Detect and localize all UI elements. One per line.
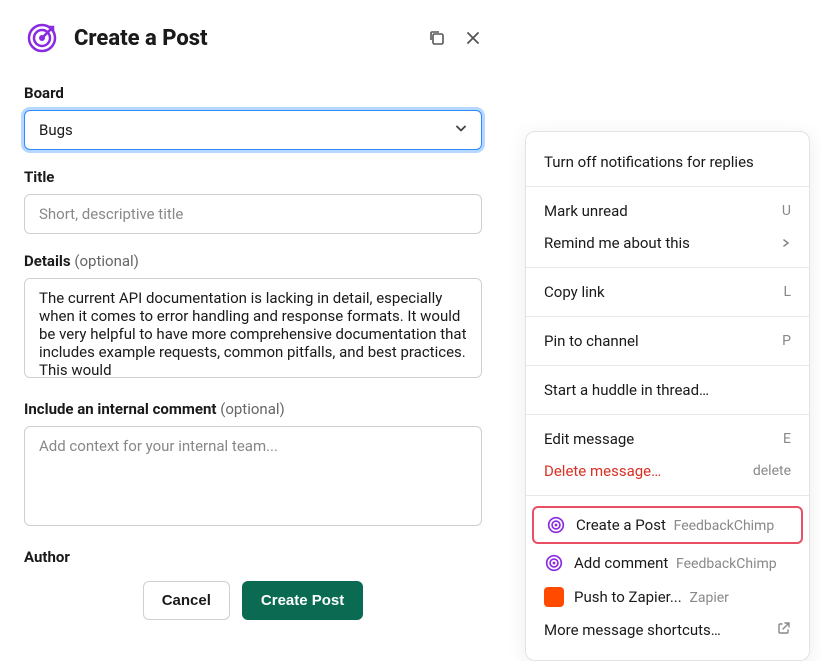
modal-header: Create a Post — [24, 20, 482, 56]
create-post-button[interactable]: Create Post — [242, 581, 363, 620]
menu-add-comment-feedbackchimp[interactable]: Add comment FeedbackChimp — [526, 546, 809, 580]
external-link-icon — [777, 621, 791, 639]
board-select[interactable]: Bugs — [24, 110, 482, 150]
message-context-menu: Turn off notifications for replies Mark … — [525, 131, 810, 661]
create-post-modal: Create a Post Board Bugs — [0, 0, 506, 584]
cancel-button[interactable]: Cancel — [143, 581, 230, 620]
menu-divider — [526, 414, 809, 415]
feedbackchimp-icon — [544, 553, 564, 573]
menu-more-shortcuts[interactable]: More message shortcuts… — [526, 614, 809, 646]
modal-title: Create a Post — [74, 26, 428, 51]
menu-huddle[interactable]: Start a huddle in thread… — [526, 374, 809, 406]
duplicate-icon[interactable] — [428, 29, 446, 47]
menu-divider — [526, 267, 809, 268]
menu-push-zapier[interactable]: Push to Zapier... Zapier — [526, 580, 809, 614]
details-textarea[interactable] — [24, 278, 482, 378]
menu-edit-message[interactable]: Edit message E — [526, 423, 809, 455]
board-label: Board — [24, 84, 482, 102]
details-label: Details (optional) — [24, 252, 482, 270]
title-input[interactable] — [24, 194, 482, 234]
author-label: Author — [24, 548, 482, 566]
menu-delete-message[interactable]: Delete message… delete — [526, 455, 809, 487]
menu-create-post-feedbackchimp[interactable]: Create a Post FeedbackChimp — [532, 506, 803, 544]
modal-footer: Cancel Create Post — [0, 565, 506, 620]
zapier-icon — [544, 587, 564, 607]
menu-turn-off-notifications[interactable]: Turn off notifications for replies — [526, 146, 809, 178]
menu-pin[interactable]: Pin to channel P — [526, 325, 809, 357]
menu-copy-link[interactable]: Copy link L — [526, 276, 809, 308]
menu-divider — [526, 186, 809, 187]
comment-label: Include an internal comment (optional) — [24, 400, 482, 418]
board-selected-value: Bugs — [39, 121, 73, 139]
title-label: Title — [24, 168, 482, 186]
menu-divider — [526, 495, 809, 496]
close-icon[interactable] — [464, 29, 482, 47]
comment-textarea[interactable] — [24, 426, 482, 526]
menu-remind[interactable]: Remind me about this — [526, 227, 809, 259]
chevron-right-icon — [781, 234, 791, 252]
feedbackchimp-icon — [546, 515, 566, 535]
menu-divider — [526, 316, 809, 317]
feedbackchimp-logo-icon — [24, 20, 60, 56]
menu-divider — [526, 365, 809, 366]
menu-mark-unread[interactable]: Mark unread U — [526, 195, 809, 227]
